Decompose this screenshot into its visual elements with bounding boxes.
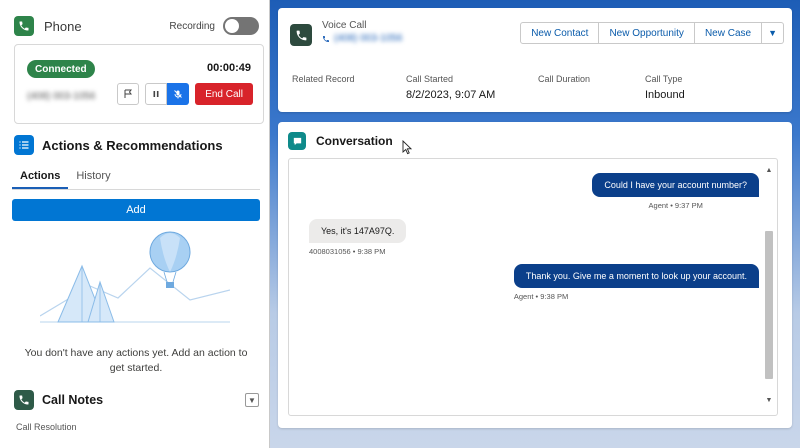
mute-icon [173,90,182,99]
list-icon [14,135,34,155]
hold-button[interactable] [145,83,168,105]
recording-label: Recording [169,20,215,32]
flag-icon [124,89,133,98]
field-call-duration: Call Duration [538,74,590,89]
call-timer: 00:00:49 [206,62,251,74]
tab-actions[interactable]: Actions [12,166,69,189]
recording-toggle[interactable] [223,17,259,35]
call-notes-header: Call Notes ▼ [14,390,259,410]
phone-header: Phone Recording [14,14,259,38]
message-customer: Yes, it's 147A97Q. 4008031056 • 9:38 PM [309,219,407,256]
phone-panel: Phone Recording Connected 00:00:49 (408)… [0,0,270,448]
scroll-thumb[interactable] [765,231,773,379]
message-agent: Thank you. Give me a moment to look up y… [513,264,759,301]
chevron-down-icon[interactable]: ▼ [245,393,259,407]
message-bubble: Yes, it's 147A97Q. [309,219,407,243]
field-label: Call Type [645,74,683,84]
conversation-header: Conversation [288,132,393,150]
scroll-up-icon[interactable]: ▲ [765,167,773,175]
new-contact-button[interactable]: New Contact [520,22,600,44]
transcript-scrollbar[interactable]: ▲ ▼ [765,167,773,405]
field-label: Related Record [292,74,355,84]
field-label: Call Duration [538,74,591,84]
mouse-cursor-icon [402,140,412,155]
chevron-down-icon[interactable]: ▼ [762,22,784,44]
conversation-title: Conversation [316,134,393,148]
actions-header: Actions & Recommendations [14,135,223,155]
field-value: Inbound [645,89,685,101]
voice-call-card: Voice Call (408) 003-1056 New Contact Ne… [278,8,792,112]
empty-state-illustration [40,231,230,323]
message-meta: Agent • 9:38 PM [513,292,569,301]
message-meta: Agent • 9:37 PM [648,201,703,210]
add-action-button[interactable]: Add [12,199,260,221]
call-resolution-label: Call Resolution [16,422,77,432]
record-action-buttons: New Contact New Opportunity New Case ▼ [520,22,784,44]
voice-call-number[interactable]: (408) 003-1056 [322,33,402,44]
empty-actions-text: You don't have any actions yet. Add an a… [24,347,248,374]
active-call-card: Connected 00:00:49 (408) 003-1056 End Ca… [14,44,264,124]
message-meta: 4008031056 • 9:38 PM [309,247,386,256]
record-panel: Voice Call (408) 003-1056 New Contact Ne… [270,0,800,448]
field-value: 8/2/2023, 9:07 AM [406,89,496,101]
field-label: Call Started [406,74,454,84]
field-call-started: Call Started 8/2/2023, 9:07 AM [406,74,495,101]
connected-badge: Connected [27,60,95,78]
phone-icon [14,390,34,410]
caller-number: (408) 003-1056 [27,91,96,102]
phone-icon [290,24,312,46]
conversation-transcript[interactable]: Could I have your account number? Agent … [288,158,778,416]
chat-icon [288,132,306,150]
new-opportunity-button[interactable]: New Opportunity [599,22,695,44]
message-bubble: Could I have your account number? [592,173,759,197]
mute-button[interactable] [167,83,190,105]
flag-button[interactable] [117,83,140,105]
new-case-button[interactable]: New Case [694,22,763,44]
end-call-button[interactable]: End Call [195,83,253,105]
message-bubble: Thank you. Give me a moment to look up y… [513,264,759,288]
voice-number-text: (408) 003-1056 [334,33,403,44]
scroll-down-icon[interactable]: ▼ [765,397,773,405]
tab-history[interactable]: History [68,166,118,189]
field-call-type: Call Type Inbound [645,74,685,101]
phone-icon [14,16,34,36]
message-agent: Could I have your account number? Agent … [592,173,759,210]
call-notes-title: Call Notes [42,393,104,407]
pause-icon [153,91,159,97]
actions-tabs: Actions History [12,166,260,190]
phone-icon [323,35,329,42]
field-related-record: Related Record [292,74,355,89]
phone-title: Phone [44,18,82,34]
recording-control: Recording [169,17,259,35]
voice-call-label: Voice Call [322,20,367,31]
conversation-card: Conversation Could I have your account n… [278,122,792,428]
call-controls: End Call [117,83,253,105]
hold-mute-group [145,83,190,105]
actions-title: Actions & Recommendations [42,137,223,153]
